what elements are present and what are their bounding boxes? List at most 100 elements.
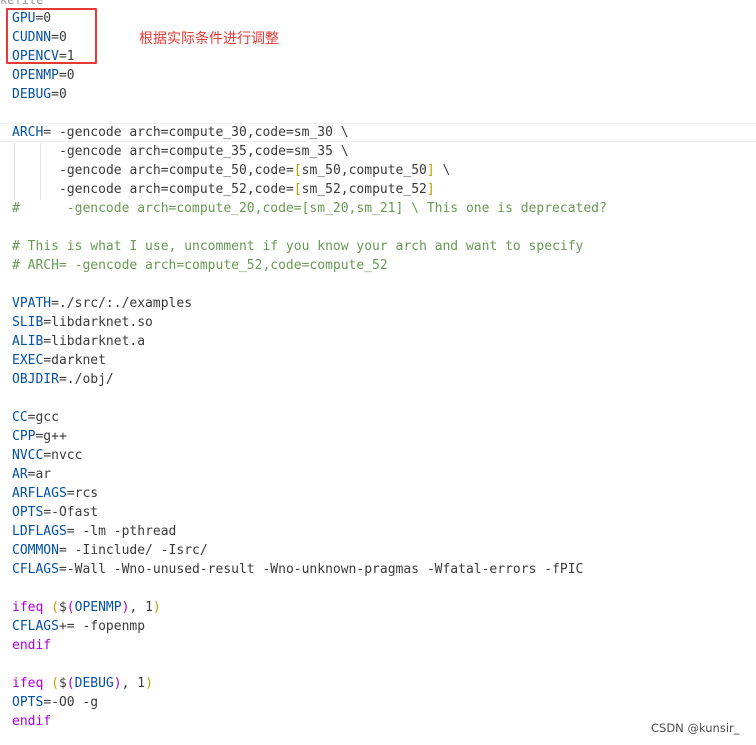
code-token: ) xyxy=(152,600,161,615)
code-token: SLIB xyxy=(12,315,44,330)
code-token: -gencode arch=compute_50,code= xyxy=(59,163,294,178)
code-line[interactable]: -gencode arch=compute_52,code=[sm_52,com… xyxy=(12,180,752,199)
code-line[interactable]: ARFLAGS=rcs xyxy=(12,484,752,503)
code-token: # ARCH= -gencode arch=compute_52,code=co… xyxy=(12,258,388,273)
code-line[interactable]: OPTS=-Ofast xyxy=(12,503,752,522)
code-line[interactable]: DEBUG=0 xyxy=(12,85,752,104)
code-line[interactable]: CUDNN=0 xyxy=(12,28,752,47)
code-token: $ xyxy=(58,600,67,615)
code-token: ALIB xyxy=(12,334,44,349)
code-line[interactable]: SLIB=libdarknet.so xyxy=(12,313,752,332)
code-line[interactable]: OPENMP=0 xyxy=(12,66,752,85)
code-line[interactable]: EXEC=darknet xyxy=(12,351,752,370)
code-line[interactable] xyxy=(12,655,752,674)
code-token: ifeq xyxy=(12,676,44,691)
code-token: # This is what I use, uncomment if you k… xyxy=(12,239,584,254)
code-token: =gcc xyxy=(27,410,59,425)
code-token: COMMON xyxy=(12,543,59,558)
code-line[interactable]: OPTS=-O0 -g xyxy=(12,693,752,712)
code-line[interactable]: OPENCV=1 xyxy=(12,47,752,66)
code-token: =./src/:./examples xyxy=(51,296,193,311)
code-line[interactable]: CC=gcc xyxy=(12,408,752,427)
code-token: = -lm -pthread xyxy=(66,524,177,539)
code-line[interactable]: NVCC=nvcc xyxy=(12,446,752,465)
code-line[interactable]: AR=ar xyxy=(12,465,752,484)
code-token: OPENMP xyxy=(12,68,59,83)
code-token: -gencode arch=compute_35,code=sm_35 \ xyxy=(59,144,349,159)
code-line[interactable]: CPP=g++ xyxy=(12,427,752,446)
code-line[interactable]: # This is what I use, uncomment if you k… xyxy=(12,237,752,256)
code-token: =0 xyxy=(58,68,75,83)
watermark: CSDN @kunsir_ xyxy=(651,721,740,735)
code-token: -gencode arch=compute_52,code= xyxy=(59,182,294,197)
code-line[interactable]: # ARCH= -gencode arch=compute_52,code=co… xyxy=(12,256,752,275)
code-token: =darknet xyxy=(43,353,106,368)
code-token: =-Wall -Wno-unused-result -Wno-unknown-p… xyxy=(58,562,584,577)
code-token: =libdarknet.a xyxy=(43,334,146,349)
code-token: endif xyxy=(12,638,52,653)
code-token: ) xyxy=(113,676,122,691)
code-line[interactable]: LDFLAGS= -lm -pthread xyxy=(12,522,752,541)
code-line[interactable]: ifeq ($(OPENMP), 1) xyxy=(12,598,752,617)
code-token: ) xyxy=(145,676,153,691)
code-token: DEBUG xyxy=(74,676,114,691)
code-line[interactable] xyxy=(12,389,752,408)
code-token: NVCC xyxy=(12,448,44,463)
file-tab-fragment: kefile xyxy=(0,0,44,7)
code-token: OPTS xyxy=(12,505,44,520)
code-token: = -Iinclude/ -Isrc/ xyxy=(58,543,208,558)
code-token: DEBUG xyxy=(12,87,52,102)
code-token: ifeq xyxy=(12,600,44,615)
code-line[interactable]: ARCH= -gencode arch=compute_30,code=sm_3… xyxy=(12,123,752,142)
code-token: =-O0 -g xyxy=(43,695,99,710)
code-line[interactable]: ifeq ($(DEBUG), 1) xyxy=(12,674,752,693)
code-line[interactable]: GPU=0 xyxy=(12,9,752,28)
code-token: OPTS xyxy=(12,695,44,710)
code-token: ] xyxy=(426,163,435,178)
code-token: ( xyxy=(51,676,59,691)
code-token: AR xyxy=(12,467,28,482)
code-line[interactable] xyxy=(12,218,752,237)
code-token: sm_50,compute_50 xyxy=(301,163,427,178)
code-token: CFLAGS xyxy=(12,562,59,577)
code-line[interactable] xyxy=(12,104,752,123)
code-token: =g++ xyxy=(35,429,67,444)
code-line[interactable]: -gencode arch=compute_35,code=sm_35 \ xyxy=(12,142,752,161)
code-line[interactable]: CFLAGS+= -fopenmp xyxy=(12,617,752,636)
code-token: ] xyxy=(426,182,435,197)
code-token: \ xyxy=(434,163,451,178)
code-token: OPENMP xyxy=(74,600,122,615)
code-token: =0 xyxy=(51,87,67,102)
code-token: VPATH xyxy=(12,296,52,311)
code-token: CC xyxy=(12,410,28,425)
code-line[interactable]: COMMON= -Iinclude/ -Isrc/ xyxy=(12,541,752,560)
code-line[interactable]: CFLAGS=-Wall -Wno-unused-result -Wno-unk… xyxy=(12,560,752,579)
code-editor[interactable]: kefile GPU=0 CUDNN=0 OPENCV=1 OPENMP=0 DEBUG… xyxy=(0,0,756,745)
code-token: CFLAGS xyxy=(12,619,59,634)
code-line[interactable]: endif xyxy=(12,636,752,655)
code-token: ( xyxy=(66,676,75,691)
code-line[interactable]: VPATH=./src/:./examples xyxy=(12,294,752,313)
code-token: $ xyxy=(58,676,67,691)
code-line[interactable]: # -gencode arch=compute_20,code=[sm_20,s… xyxy=(12,199,752,218)
code-token: EXEC xyxy=(12,353,44,368)
code-token: = -gencode arch=compute_30,code=sm_30 \ xyxy=(43,125,349,140)
code-token: ( xyxy=(51,600,59,615)
code-line[interactable] xyxy=(12,579,752,598)
code-line[interactable] xyxy=(12,275,752,294)
code-line[interactable]: ALIB=libdarknet.a xyxy=(12,332,752,351)
code-token: [ xyxy=(293,163,302,178)
annotation-highlight-box xyxy=(6,8,97,64)
code-token: [ xyxy=(293,182,302,197)
code-line[interactable]: endif xyxy=(12,712,752,731)
code-line[interactable]: -gencode arch=compute_50,code=[sm_50,com… xyxy=(12,161,752,180)
code-token: =libdarknet.so xyxy=(43,315,153,330)
code-token: ARCH xyxy=(12,125,44,140)
code-token: =ar xyxy=(27,467,52,482)
code-line[interactable]: OBJDIR=./obj/ xyxy=(12,370,752,389)
code-token: =./obj/ xyxy=(58,372,114,387)
code-token: , 1 xyxy=(121,676,146,691)
code-lines[interactable]: GPU=0 CUDNN=0 OPENCV=1 OPENMP=0 DEBUG=0 ARCH… xyxy=(12,9,752,731)
code-token: ARFLAGS xyxy=(12,486,67,501)
